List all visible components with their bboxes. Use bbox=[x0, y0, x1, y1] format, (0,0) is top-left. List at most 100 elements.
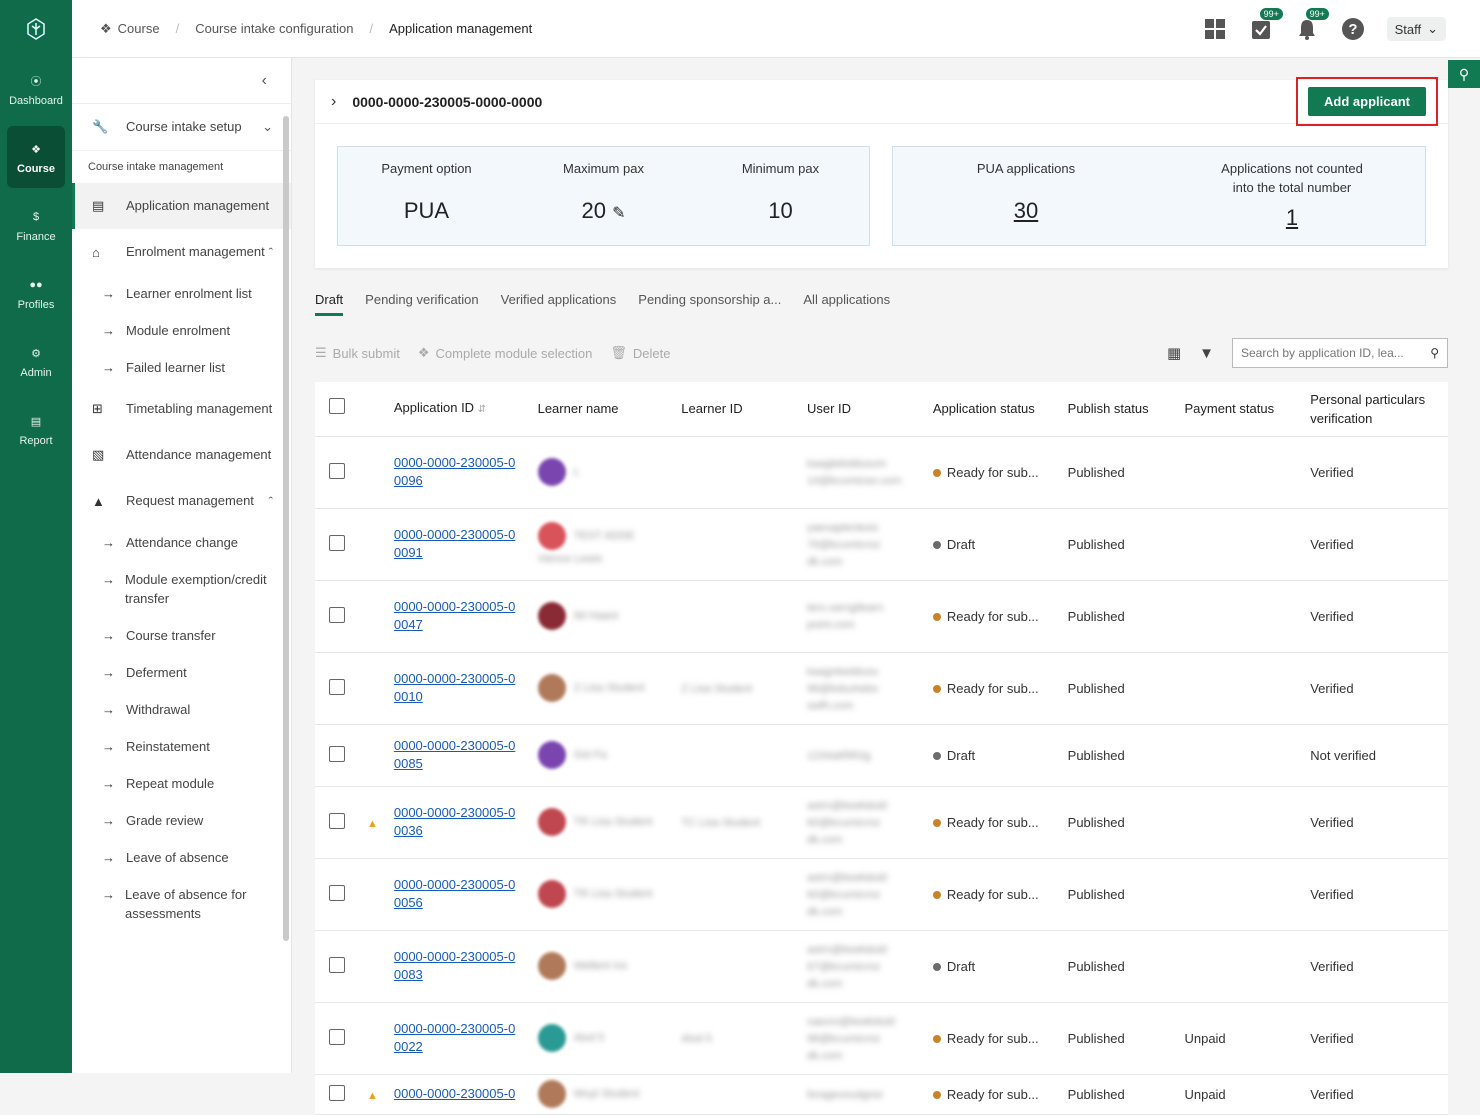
table-row[interactable]: ▲ 0000-0000-230005-0 Wuyt Student foragevou… bbox=[315, 1074, 1448, 1115]
chevron-down-icon: ⌄ bbox=[1427, 21, 1438, 36]
row-checkbox[interactable] bbox=[329, 745, 345, 762]
table-row[interactable]: 0000-0000-230005-0 0022 Alvd 5 Alvd 5 xaexm@… bbox=[315, 1002, 1448, 1075]
application-id-link[interactable]: 0000-0000-230005-0 0056 bbox=[394, 877, 515, 910]
pua-applications-link[interactable]: 30 bbox=[1014, 198, 1038, 224]
row-checkbox[interactable] bbox=[329, 884, 345, 901]
sidebar-item-application-management[interactable]: ▤ Application management bbox=[72, 183, 291, 229]
table-row[interactable]: 0000-0000-230005-0 0056 TR Lisa Student ast… bbox=[315, 858, 1448, 931]
application-id-link[interactable]: 0000-0000-230005-0 0036 bbox=[394, 805, 515, 838]
tab-pending-sponsorship[interactable]: Pending sponsorship a... bbox=[638, 292, 781, 316]
not-counted-link[interactable]: 1 bbox=[1286, 205, 1298, 231]
row-checkbox[interactable] bbox=[329, 1028, 345, 1045]
sort-icon[interactable]: ⇵ bbox=[478, 404, 486, 415]
sidebar-item-course-intake-setup[interactable]: 🔧 Course intake setup ⌄ bbox=[72, 104, 291, 150]
delete-button[interactable]: 🗑 Delete bbox=[610, 345, 670, 361]
sidebar-subitem[interactable]: → Grade review bbox=[72, 802, 291, 839]
rail-item-profiles[interactable]: ●● Profiles bbox=[7, 262, 65, 324]
pua-applications-label: PUA applications bbox=[976, 161, 1076, 176]
add-applicant-button[interactable]: Add applicant bbox=[1308, 87, 1426, 116]
column-settings-icon[interactable]: ▦ bbox=[1167, 344, 1181, 362]
apps-grid-icon[interactable] bbox=[1203, 17, 1227, 41]
rail-item-admin[interactable]: ⚙ Admin bbox=[7, 330, 65, 392]
sidebar-subitem[interactable]: → Reinstatement bbox=[72, 728, 291, 765]
sidebar-subitem[interactable]: → Module exemption/credit transfer bbox=[72, 561, 291, 617]
filter-icon[interactable]: ▼ bbox=[1199, 345, 1214, 362]
sidebar-subitem[interactable]: → Module enrolment bbox=[72, 312, 291, 349]
table-row[interactable]: 0000-0000-230005-0 0096 Lkaaglekiddusum 14… bbox=[315, 436, 1448, 509]
breadcrumb-course[interactable]: Course bbox=[118, 21, 160, 36]
application-id-link[interactable]: 0000-0000-230005-0 0085 bbox=[394, 738, 515, 771]
sidebar-subitem[interactable]: → Learner enrolment list bbox=[72, 275, 291, 312]
rail-item-dashboard[interactable]: ⦿ Dashboard bbox=[7, 58, 65, 120]
table-row[interactable]: 0000-0000-230005-0 0091 TEST ADDE Vience L… bbox=[315, 508, 1448, 581]
table-row[interactable]: 0000-0000-230005-0 0010 Z Lisa Student Z Li… bbox=[315, 652, 1448, 725]
arrow-right-icon: → bbox=[102, 628, 115, 643]
attendance-icon: ▧ bbox=[92, 447, 105, 462]
sidebar-subitem[interactable]: → Leave of absence bbox=[72, 839, 291, 876]
application-id-link[interactable]: 0000-0000-230005-0 0096 bbox=[394, 455, 515, 488]
row-checkbox[interactable] bbox=[329, 1084, 345, 1101]
chevron-right-icon[interactable]: › bbox=[331, 93, 336, 111]
floating-search-button[interactable]: ⚲ bbox=[1448, 60, 1480, 88]
bulk-submit-button[interactable]: ☰ Bulk submit bbox=[315, 345, 400, 361]
rail-item-course[interactable]: ❖ Course bbox=[7, 126, 65, 188]
sidebar-scrollbar[interactable] bbox=[283, 116, 289, 941]
application-id-link[interactable]: 0000-0000-230005-0 0091 bbox=[394, 527, 515, 560]
learner-id: Z Lisa Student bbox=[681, 682, 753, 695]
pencil-icon[interactable]: ✎ bbox=[612, 205, 625, 222]
application-id-link[interactable]: 0000-0000-230005-0 0022 bbox=[394, 1021, 515, 1054]
sidebar-item-request-management[interactable]: ▲ Request management ˆ bbox=[72, 478, 291, 524]
table-row[interactable]: 0000-0000-230005-0 0047 IM Haant ters.varng… bbox=[315, 580, 1448, 653]
svg-text:?: ? bbox=[1348, 21, 1357, 38]
sidebar-item-timetabling[interactable]: ⊞ Timetabling management bbox=[72, 386, 291, 432]
breadcrumb-intake-config[interactable]: Course intake configuration bbox=[195, 21, 353, 36]
intake-id: 0000-0000-230005-0000-0000 bbox=[352, 93, 543, 110]
sidebar-item-attendance[interactable]: ▧ Attendance management bbox=[72, 432, 291, 478]
sidebar-subitem[interactable]: → Deferment bbox=[72, 654, 291, 691]
application-id-link[interactable]: 0000-0000-230005-0 0010 bbox=[394, 671, 515, 704]
application-id-link[interactable]: 0000-0000-230005-0 0047 bbox=[394, 599, 515, 632]
payment-status: Unpaid bbox=[1176, 1002, 1303, 1075]
tab-all[interactable]: All applications bbox=[803, 292, 890, 316]
collapse-sidebar-button[interactable]: ‹ bbox=[72, 58, 291, 104]
sidebar-subitem[interactable]: → Leave of absence for assessments bbox=[72, 876, 291, 932]
col-learner-id: Learner ID bbox=[673, 382, 799, 437]
row-checkbox[interactable] bbox=[329, 606, 345, 623]
row-checkbox[interactable] bbox=[329, 956, 345, 973]
tab-pending-verification[interactable]: Pending verification bbox=[365, 292, 478, 316]
complete-module-button[interactable]: ❖ Complete module selection bbox=[418, 345, 592, 361]
select-all-checkbox[interactable] bbox=[329, 398, 345, 415]
search-icon: ⚲ bbox=[1430, 346, 1439, 360]
rail-item-finance[interactable]: $ Finance bbox=[7, 194, 65, 256]
col-application-id[interactable]: Application ID ⇵ bbox=[385, 382, 530, 437]
learner-name: Alvd 5 bbox=[573, 1032, 605, 1045]
row-checkbox[interactable] bbox=[329, 812, 345, 829]
sidebar-subitem[interactable]: → Attendance change bbox=[72, 524, 291, 561]
row-checkbox[interactable] bbox=[329, 678, 345, 695]
sidebar-subitem[interactable]: → Course transfer bbox=[72, 617, 291, 654]
publish-status: Published bbox=[1059, 580, 1177, 653]
sidebar-subitem[interactable]: → Withdrawal bbox=[72, 691, 291, 728]
application-status: Ready for sub... bbox=[946, 1030, 1039, 1046]
tasks-icon[interactable]: 99+ bbox=[1249, 7, 1284, 41]
notification-bell-icon[interactable]: 99+ bbox=[1295, 7, 1330, 41]
table-row[interactable]: 0000-0000-230005-0 0083 Wellent Ivs astrn@l… bbox=[315, 930, 1448, 1003]
rail-item-report[interactable]: ▤ Report bbox=[7, 398, 65, 460]
application-id-link[interactable]: 0000-0000-230005-0 bbox=[394, 1086, 515, 1101]
app-logo-icon[interactable] bbox=[0, 0, 72, 58]
user-menu[interactable]: Staff ⌄ bbox=[1386, 17, 1446, 41]
application-status: Ready for sub... bbox=[946, 886, 1039, 902]
sidebar-subitem[interactable]: → Failed learner list bbox=[72, 349, 291, 386]
status-dot bbox=[932, 1035, 941, 1044]
table-row[interactable]: 0000-0000-230005-0 0085 Gst Fa 1234a6f9f1lg… bbox=[315, 724, 1448, 787]
row-checkbox[interactable] bbox=[329, 462, 345, 479]
tab-draft[interactable]: Draft bbox=[315, 292, 344, 316]
search-input[interactable]: Search by application ID, lea... ⚲ bbox=[1232, 338, 1448, 368]
sidebar-item-enrolment-management[interactable]: ⌂ Enrolment management ˆ bbox=[72, 229, 291, 275]
application-id-link[interactable]: 0000-0000-230005-0 0083 bbox=[394, 949, 515, 982]
help-icon[interactable]: ? bbox=[1341, 17, 1365, 41]
row-checkbox[interactable] bbox=[329, 534, 345, 551]
sidebar-subitem[interactable]: → Repeat module bbox=[72, 765, 291, 802]
table-row[interactable]: ▲ 0000-0000-230005-0 0036 TR Lisa Student TC… bbox=[315, 786, 1448, 859]
tab-verified[interactable]: Verified applications bbox=[501, 292, 617, 316]
